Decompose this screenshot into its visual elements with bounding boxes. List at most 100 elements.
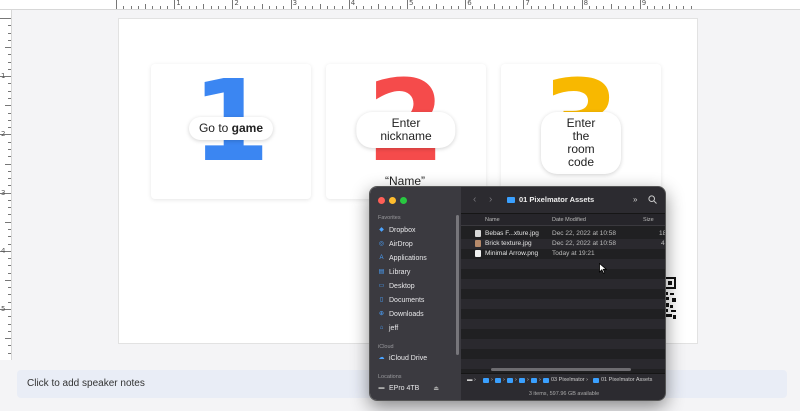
ruler-tick — [537, 6, 539, 9]
path-segment-pixelmator[interactable]: 03 Pixelmator › — [543, 377, 588, 383]
status-bar: 3 items, 597.96 GB available — [461, 387, 665, 400]
documents-icon: ▯ — [379, 296, 384, 303]
ruler-tick — [567, 6, 569, 9]
ruler-tick — [523, 0, 525, 9]
ruler-tick — [341, 6, 343, 9]
ruler-tick — [603, 6, 605, 9]
ruler-tick — [457, 6, 459, 9]
downloads-icon: ⊕ — [378, 310, 385, 317]
ruler-tick — [574, 6, 576, 9]
ruler-tick — [8, 127, 11, 129]
ruler-tick — [5, 279, 11, 281]
ruler-tick — [479, 6, 481, 9]
locations-header: Locations — [378, 374, 402, 380]
sidebar-item-applications[interactable]: A Applications — [378, 252, 427, 264]
sidebar-item-dropbox[interactable]: ◆ Dropbox — [378, 224, 415, 236]
ruler-number: 1 — [1, 72, 6, 81]
sidebar-item-documents[interactable]: ▯ Documents — [378, 294, 425, 306]
ruler-tick — [319, 4, 321, 9]
ruler-tick — [530, 6, 532, 9]
minimize-button[interactable] — [389, 197, 396, 204]
back-icon[interactable]: ‹ — [473, 194, 476, 205]
step-label-1-text: Go to — [198, 121, 232, 135]
close-button[interactable] — [378, 197, 385, 204]
ruler-tick — [8, 98, 11, 100]
cloud-icon: ☁ — [378, 354, 385, 361]
path-folder-icon[interactable]: › — [483, 377, 493, 383]
ruler-tick — [8, 330, 11, 332]
ruler-tick — [8, 185, 11, 187]
finder-toolbar: ‹ › 01 Pixelmator Assets » — [461, 187, 665, 214]
file-row[interactable]: Minimal Arrow.png Today at 19:21 — [461, 249, 665, 259]
step-card-3[interactable]: 3 Enter the room code — [501, 64, 661, 199]
path-folder-icon[interactable]: › — [495, 377, 505, 383]
airdrop-icon: ◎ — [378, 240, 385, 247]
ruler-number: 2 — [1, 130, 6, 139]
horizontal-scrollbar[interactable] — [491, 368, 631, 371]
ruler-tick — [5, 105, 11, 107]
file-row[interactable]: Bebas F...xture.jpg Dec 22, 2022 at 10:5… — [461, 229, 665, 239]
ruler-tick — [8, 54, 11, 56]
folder-icon — [507, 196, 515, 203]
ruler-tick — [632, 6, 634, 9]
path-segment-assets[interactable]: 01 Pixelmator Assets — [593, 377, 652, 383]
dropbox-icon: ◆ — [379, 226, 384, 233]
ruler-number: 6 — [467, 0, 472, 7]
ruler-tick — [8, 68, 11, 70]
path-folder-icon[interactable]: › — [507, 377, 517, 383]
sidebar-item-jeff[interactable]: ⌂ jeff — [378, 322, 399, 334]
file-name: Minimal Arrow.png — [485, 250, 539, 257]
ruler-tick — [145, 4, 147, 9]
step-card-1[interactable]: 1 Go to game — [151, 64, 311, 199]
sidebar-item-desktop[interactable]: ▭ Desktop — [378, 280, 415, 292]
ruler-tick — [552, 4, 554, 9]
ruler-tick — [283, 6, 285, 9]
file-date: Today at 19:21 — [552, 250, 595, 257]
sidebar-item-label: jeff — [389, 324, 399, 332]
path-bar: ▬ › › › › › › 03 Pixelmator › 01 Pixelma… — [461, 373, 665, 387]
column-size-header[interactable]: Size — [643, 217, 654, 223]
ruler-tick — [8, 258, 11, 260]
ruler-tick — [8, 61, 11, 63]
sidebar-item-airdrop[interactable]: ◎ AirDrop — [378, 238, 413, 250]
path-drive-icon[interactable]: ▬ › — [467, 377, 476, 383]
path-folder-icon[interactable]: › — [519, 377, 529, 383]
ruler-tick — [203, 4, 205, 9]
column-name-header[interactable]: Name — [485, 217, 500, 223]
ruler-tick — [8, 148, 11, 150]
ruler-tick — [334, 6, 336, 9]
ruler-tick — [8, 90, 11, 92]
sidebar-item-epro-4tb[interactable]: ▬ EPro 4TB ⏏ — [378, 382, 440, 394]
ruler-tick — [8, 32, 11, 34]
sidebar-scrollbar[interactable] — [456, 215, 459, 355]
zoom-button[interactable] — [400, 197, 407, 204]
chevron-more-icon[interactable]: » — [633, 195, 637, 204]
file-date: Dec 22, 2022 at 10:58 — [552, 240, 616, 247]
eject-icon[interactable]: ⏏ — [433, 385, 439, 392]
forward-icon[interactable]: › — [489, 194, 492, 205]
ruler-tick — [625, 6, 627, 9]
ruler-tick — [370, 6, 372, 9]
path-folder-icon[interactable]: › — [531, 377, 541, 383]
mouse-cursor-icon — [599, 263, 607, 274]
favorites-header: Favorites — [378, 215, 401, 221]
finder-window[interactable]: Favorites ◆ Dropbox ◎ AirDrop A Application… — [369, 186, 666, 401]
search-icon[interactable] — [648, 195, 657, 204]
sidebar-item-label: Applications — [389, 254, 427, 262]
column-date-header[interactable]: Date Modified — [552, 217, 586, 223]
ruler-tick — [392, 6, 394, 9]
ruler-tick — [407, 0, 408, 9]
ruler-number: 4 — [350, 0, 356, 7]
sidebar-item-library[interactable]: ▤ Library — [378, 266, 411, 278]
sidebar-item-downloads[interactable]: ⊕ Downloads — [378, 308, 424, 320]
column-headers: Name Date Modified Size — [461, 214, 665, 226]
sidebar-item-icloud-drive[interactable]: ☁ iCloud Drive — [378, 352, 428, 364]
horizontal-ruler[interactable]: 1 2 3 4 5 6 7 8 9 — [0, 0, 800, 10]
ruler-tick — [676, 6, 678, 9]
ruler-tick — [8, 83, 11, 85]
ruler-tick — [225, 6, 227, 9]
ruler-tick — [8, 25, 11, 27]
file-row[interactable]: Brick texture.jpg Dec 22, 2022 at 10:58 … — [461, 239, 665, 249]
vertical-ruler[interactable]: 1 2 3 4 5 — [0, 10, 12, 360]
ruler-tick — [639, 0, 641, 9]
